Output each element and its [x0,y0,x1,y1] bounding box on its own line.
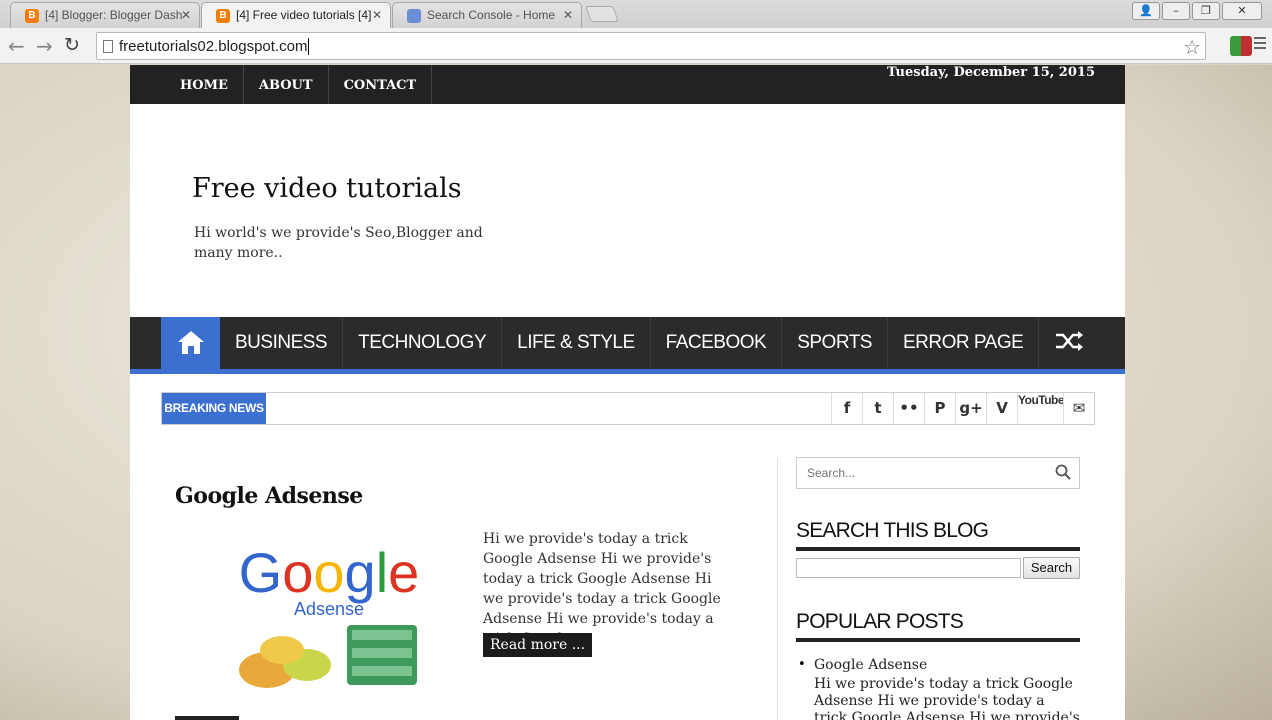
back-arrow-icon[interactable]: ← [8,34,25,58]
blog-search-button[interactable]: Search [1023,557,1080,579]
popular-post-link[interactable]: Google Adsense [814,657,1080,673]
browser-tab-label: [4] Blogger: Blogger Dash [45,8,183,22]
extension-icon[interactable] [1230,36,1252,56]
top-nav-home[interactable]: HOME [165,65,244,104]
flickr-icon[interactable]: •• [893,393,924,424]
new-tab-button[interactable] [585,6,619,22]
close-window-icon[interactable]: ✕ [1222,2,1262,20]
page-icon [103,40,113,53]
close-tab-icon[interactable]: ✕ [372,3,382,27]
category-menu: BUSINESS TECHNOLOGY LIFE & STYLE FACEBOO… [220,317,1040,369]
home-button[interactable] [161,317,220,369]
close-tab-icon[interactable]: ✕ [563,3,573,27]
main-navigation: BUSINESS TECHNOLOGY LIFE & STYLE FACEBOO… [130,317,1125,374]
reload-icon[interactable]: ↻ [64,34,80,56]
site-description: Hi world's we provide's Seo,Blogger and … [194,225,483,261]
browser-tab-search-console[interactable]: Search Console - Home ✕ [392,2,582,28]
url-text[interactable]: freetutorials02.blogspot.com [119,38,310,55]
post-excerpt: Hi we provide's today a trick Google Ads… [483,531,721,647]
search-console-favicon-icon [407,9,421,23]
facebook-icon[interactable]: f [831,393,862,424]
popular-post-excerpt: Hi we provide's today a trick Google Ads… [814,676,1080,720]
google-plus-icon[interactable]: g+ [955,393,986,424]
pinterest-icon[interactable]: P [924,393,955,424]
browser-tab-label: [4] Free video tutorials [4] [236,8,372,22]
bookmark-star-icon[interactable]: ☆ [1183,35,1201,59]
nav-error-page[interactable]: ERROR PAGE [888,317,1040,369]
browser-tab-blogger-dashboard[interactable]: B [4] Blogger: Blogger Dash ✕ [10,2,200,28]
address-bar[interactable]: freetutorials02.blogspot.com ☆ [96,32,1206,60]
nav-facebook[interactable]: FACEBOOK [651,317,783,369]
thumbnail-adsense-text: Adsense [294,599,364,619]
popular-posts-title: POPULAR POSTS [796,610,1080,642]
site-title[interactable]: Free video tutorials [192,173,462,204]
top-bar: HOME ABOUT CONTACT Tuesday, December 15,… [130,65,1125,104]
browser-tab-strip: B [4] Blogger: Blogger Dash ✕ B [4] Free… [0,0,1272,28]
blogger-favicon-icon: B [216,9,230,23]
column-divider [777,458,778,720]
menu-icon[interactable] [1254,37,1266,52]
page-viewport: HOME ABOUT CONTACT Tuesday, December 15,… [0,65,1272,720]
nav-life-style[interactable]: LIFE & STYLE [502,317,651,369]
top-nav-contact[interactable]: CONTACT [329,65,433,104]
popular-posts-list: Google Adsense Hi we provide's today a t… [796,657,1080,720]
vimeo-icon[interactable]: V [986,393,1017,424]
browser-tab-free-video-tutorials[interactable]: B [4] Free video tutorials [4] ✕ [201,2,391,28]
thumbnail-google-logo: Google [239,541,420,604]
breaking-news-label: BREAKING NEWS [162,393,266,424]
forward-arrow-icon[interactable]: → [36,34,53,58]
close-tab-icon[interactable]: ✕ [181,3,191,27]
list-item: Google Adsense Hi we provide's today a t… [796,657,1080,720]
browser-tab-label: Search Console - Home [427,8,556,22]
browser-toolbar: ← → ↻ freetutorials02.blogspot.com ☆ [0,28,1272,64]
nav-business[interactable]: BUSINESS [220,317,344,369]
blog-container: HOME ABOUT CONTACT Tuesday, December 15,… [130,65,1125,720]
sidebar-search-box [796,457,1080,489]
breaking-news-bar: BREAKING NEWS f t •• P g+ V YouTube ✉ [161,392,1095,425]
top-nav-about[interactable]: ABOUT [244,65,329,104]
current-date: Tuesday, December 15, 2015 [887,65,1095,80]
social-icons: f t •• P g+ V YouTube ✉ [831,393,1094,424]
twitter-icon[interactable]: t [862,393,893,424]
blog-search-input[interactable] [796,558,1021,578]
window-controls: 👤 – ❐ ✕ [1132,2,1262,20]
blogger-favicon-icon: B [25,9,39,23]
maximize-icon[interactable]: ❐ [1192,2,1220,20]
user-icon[interactable]: 👤 [1132,2,1160,20]
post-divider [175,716,239,720]
home-icon [178,331,204,354]
youtube-icon[interactable]: YouTube [1017,393,1065,424]
post-title[interactable]: Google Adsense [175,483,363,509]
nav-technology[interactable]: TECHNOLOGY [343,317,503,369]
sidebar-search-input[interactable] [807,464,1047,482]
search-this-blog-title: SEARCH THIS BLOG [796,519,1080,551]
post-thumbnail[interactable]: Google Adsense [212,530,447,700]
read-more-button[interactable]: Read more ... [483,633,593,657]
minimize-icon[interactable]: – [1162,2,1190,20]
email-icon[interactable]: ✉ [1063,393,1094,424]
search-icon[interactable] [1055,464,1071,480]
top-navigation: HOME ABOUT CONTACT [165,65,433,104]
money-illustration [239,625,417,688]
shuffle-icon[interactable] [1055,329,1085,353]
nav-sports[interactable]: SPORTS [782,317,888,369]
